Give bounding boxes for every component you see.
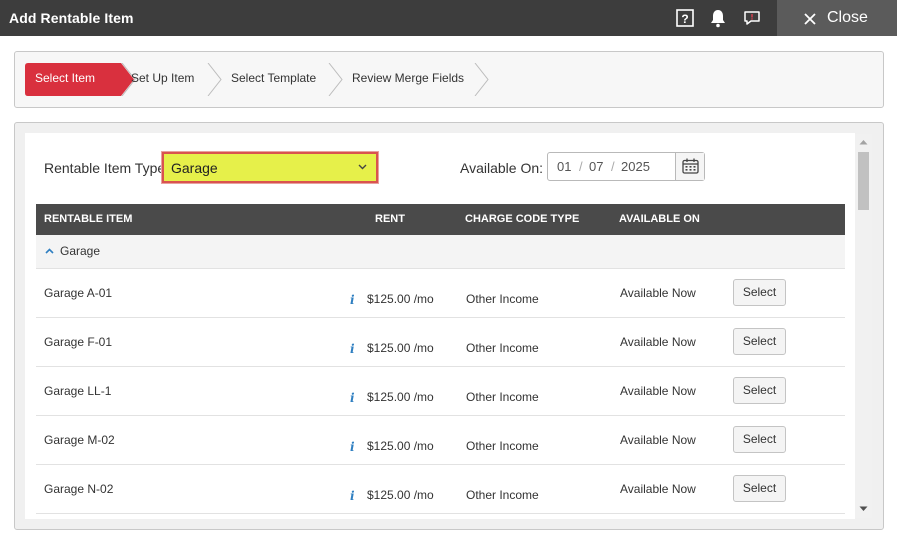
- item-name: Garage N-02: [44, 482, 114, 496]
- item-name: Garage F-01: [44, 335, 113, 349]
- date-year[interactable]: 2025: [621, 159, 650, 174]
- item-name: Garage LL-1: [44, 384, 112, 398]
- scroll-up-icon[interactable]: [859, 139, 868, 145]
- item-availability: Available Now: [620, 335, 696, 349]
- available-date-input[interactable]: 01 / 07 / 2025: [547, 152, 705, 181]
- svg-text:?: ?: [681, 12, 688, 26]
- item-charge-code: Other Income: [466, 341, 539, 355]
- item-name: Garage A-01: [44, 286, 113, 300]
- step-select-item[interactable]: Select Item: [35, 71, 95, 85]
- select-button[interactable]: Select: [733, 426, 786, 453]
- info-icon[interactable]: i: [350, 342, 355, 356]
- step-select-template[interactable]: Select Template: [231, 71, 316, 85]
- close-button[interactable]: Close: [777, 0, 897, 36]
- info-icon[interactable]: i: [350, 489, 355, 503]
- select-button[interactable]: Select: [733, 377, 786, 404]
- calendar-button[interactable]: [675, 153, 704, 180]
- col-available-on: AVAILABLE ON: [619, 213, 700, 225]
- info-icon[interactable]: i: [350, 293, 355, 307]
- item-rent: $125.00 /mo: [367, 439, 434, 453]
- col-charge-code-type: CHARGE CODE TYPE: [465, 213, 580, 225]
- scrollbar-thumb[interactable]: [858, 152, 869, 210]
- rentable-type-label: Rentable Item Type:: [44, 160, 170, 176]
- close-icon: [804, 13, 816, 25]
- date-day[interactable]: 07: [589, 159, 603, 174]
- table-row: Garage M-02 i $125.00 /mo Other Income A…: [36, 416, 845, 465]
- item-charge-code: Other Income: [466, 488, 539, 502]
- table-row: Garage LL-1 i $125.00 /mo Other Income A…: [36, 367, 845, 416]
- close-label: Close: [827, 9, 868, 26]
- info-icon[interactable]: i: [350, 391, 355, 405]
- bell-icon[interactable]: [708, 8, 728, 28]
- group-label: Garage: [60, 244, 101, 258]
- window-title: Add Rentable Item: [9, 10, 134, 26]
- calendar-icon: [682, 158, 699, 174]
- date-separator: /: [579, 159, 583, 174]
- table-row: Garage N-02 i $125.00 /mo Other Income A…: [36, 465, 845, 514]
- info-icon[interactable]: i: [350, 440, 355, 454]
- item-rent: $125.00 /mo: [367, 341, 434, 355]
- scroll-down-icon[interactable]: [859, 506, 868, 512]
- item-availability: Available Now: [620, 482, 696, 496]
- rentable-type-value: Garage: [171, 160, 218, 176]
- item-rent: $125.00 /mo: [367, 488, 434, 502]
- item-availability: Available Now: [620, 286, 696, 300]
- step-review-merge-fields[interactable]: Review Merge Fields: [352, 71, 464, 85]
- table-row: Garage F-01 i $125.00 /mo Other Income A…: [36, 318, 845, 367]
- chat-icon[interactable]: [742, 8, 762, 28]
- item-name: Garage M-02: [44, 433, 115, 447]
- select-button[interactable]: Select: [733, 475, 786, 502]
- table-row: Garage A-01 i $125.00 /mo Other Income A…: [36, 269, 845, 318]
- table-header: RENTABLE ITEM RENT CHARGE CODE TYPE AVAI…: [36, 204, 845, 235]
- item-availability: Available Now: [620, 384, 696, 398]
- item-charge-code: Other Income: [466, 439, 539, 453]
- select-button[interactable]: Select: [733, 279, 786, 306]
- item-rent: $125.00 /mo: [367, 390, 434, 404]
- available-on-label: Available On:: [460, 160, 544, 176]
- item-charge-code: Other Income: [466, 292, 539, 306]
- vertical-scrollbar[interactable]: [855, 134, 872, 518]
- chevron-down-icon: [358, 164, 367, 170]
- item-charge-code: Other Income: [466, 390, 539, 404]
- col-rent: RENT: [375, 213, 405, 225]
- col-rentable-item: RENTABLE ITEM: [44, 213, 133, 225]
- date-month[interactable]: 01: [557, 159, 571, 174]
- item-availability: Available Now: [620, 433, 696, 447]
- step-set-up-item[interactable]: Set Up Item: [131, 71, 194, 85]
- date-separator: /: [611, 159, 615, 174]
- select-button[interactable]: Select: [733, 328, 786, 355]
- rentable-type-select[interactable]: Garage: [162, 152, 378, 183]
- group-row-garage[interactable]: Garage: [36, 235, 845, 269]
- chevron-up-icon[interactable]: [45, 248, 54, 254]
- help-icon[interactable]: ?: [675, 8, 695, 28]
- item-rent: $125.00 /mo: [367, 292, 434, 306]
- title-bar: Add Rentable Item ? Close: [0, 0, 897, 36]
